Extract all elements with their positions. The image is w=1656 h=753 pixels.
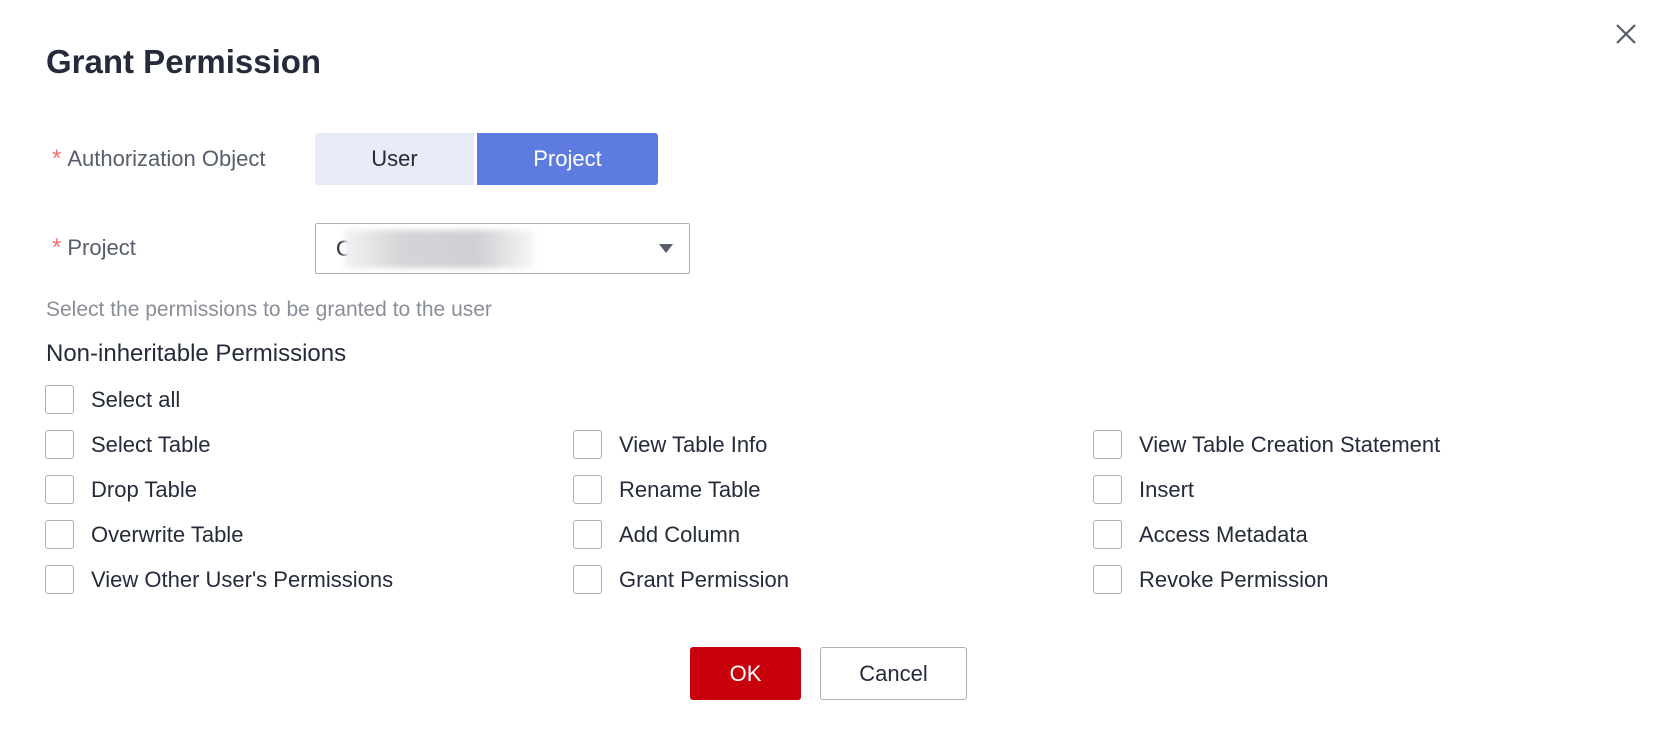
- caret-down-icon: [659, 244, 673, 253]
- checkbox-box[interactable]: [1093, 475, 1122, 504]
- close-icon: [1616, 24, 1636, 44]
- checkbox-label: View Table Info: [619, 431, 768, 457]
- ok-button[interactable]: OK: [690, 647, 801, 700]
- checkbox-label: View Other User's Permissions: [91, 566, 394, 592]
- label-text: Authorization Object: [67, 146, 266, 171]
- checkbox-label: Rename Table: [619, 476, 761, 502]
- checkbox-box[interactable]: [1093, 565, 1122, 594]
- checkbox-label: Drop Table: [91, 476, 197, 502]
- permission-checkbox[interactable]: View Table Info: [573, 430, 767, 459]
- checkbox-box[interactable]: [573, 520, 602, 549]
- permission-checkbox[interactable]: View Table Creation Statement: [1093, 430, 1440, 459]
- permission-checkbox[interactable]: Access Metadata: [1093, 520, 1308, 549]
- checkbox-label: View Table Creation Statement: [1139, 431, 1441, 457]
- checkbox-box[interactable]: [45, 475, 74, 504]
- checkbox-box[interactable]: [573, 565, 602, 594]
- checkbox-label: Revoke Permission: [1139, 566, 1329, 592]
- permission-checkbox[interactable]: Insert: [1093, 475, 1194, 504]
- cancel-button[interactable]: Cancel: [820, 647, 967, 700]
- permissions-hint: Select the permissions to be granted to …: [46, 298, 492, 321]
- checkbox-box[interactable]: [1093, 520, 1122, 549]
- authorization-object-label: * Authorization Object: [52, 145, 265, 173]
- segment-project[interactable]: Project: [477, 133, 658, 185]
- permission-checkbox[interactable]: Overwrite Table: [45, 520, 243, 549]
- checkbox-box[interactable]: [45, 385, 74, 414]
- checkbox-label: Access Metadata: [1139, 521, 1308, 547]
- checkbox-box[interactable]: [573, 430, 602, 459]
- select-all-checkbox[interactable]: Select all: [45, 385, 180, 414]
- checkbox-box[interactable]: [45, 520, 74, 549]
- required-mark: *: [52, 145, 62, 172]
- checkbox-box[interactable]: [573, 475, 602, 504]
- checkbox-box[interactable]: [45, 565, 74, 594]
- required-mark: *: [52, 234, 62, 261]
- permission-checkbox[interactable]: Grant Permission: [573, 565, 789, 594]
- permission-checkbox[interactable]: Drop Table: [45, 475, 197, 504]
- dialog-title: Grant Permission: [46, 43, 322, 80]
- project-label: * Project: [52, 234, 136, 262]
- checkbox-label: Grant Permission: [619, 566, 789, 592]
- label-text: Project: [67, 235, 136, 260]
- checkbox-box[interactable]: [45, 430, 74, 459]
- checkbox-label: Select all: [91, 386, 181, 412]
- permission-checkbox[interactable]: Add Column: [573, 520, 740, 549]
- section-title: Non-inheritable Permissions: [46, 340, 347, 367]
- checkbox-label: Select Table: [91, 431, 211, 457]
- checkbox-label: Add Column: [619, 521, 741, 547]
- checkbox-box[interactable]: [1093, 430, 1122, 459]
- permission-checkbox[interactable]: Rename Table: [573, 475, 760, 504]
- checkbox-label: Insert: [1139, 476, 1195, 502]
- close-button[interactable]: [1612, 20, 1640, 48]
- project-select[interactable]: C: [315, 223, 690, 274]
- authorization-object-segmented: User Project: [315, 133, 658, 185]
- checkbox-label: Overwrite Table: [91, 521, 244, 547]
- segment-user[interactable]: User: [315, 133, 474, 185]
- permission-checkbox[interactable]: View Other User's Permissions: [45, 565, 393, 594]
- permission-checkbox[interactable]: Select Table: [45, 430, 210, 459]
- permission-checkbox[interactable]: Revoke Permission: [1093, 565, 1329, 594]
- redacted-value: [344, 230, 534, 268]
